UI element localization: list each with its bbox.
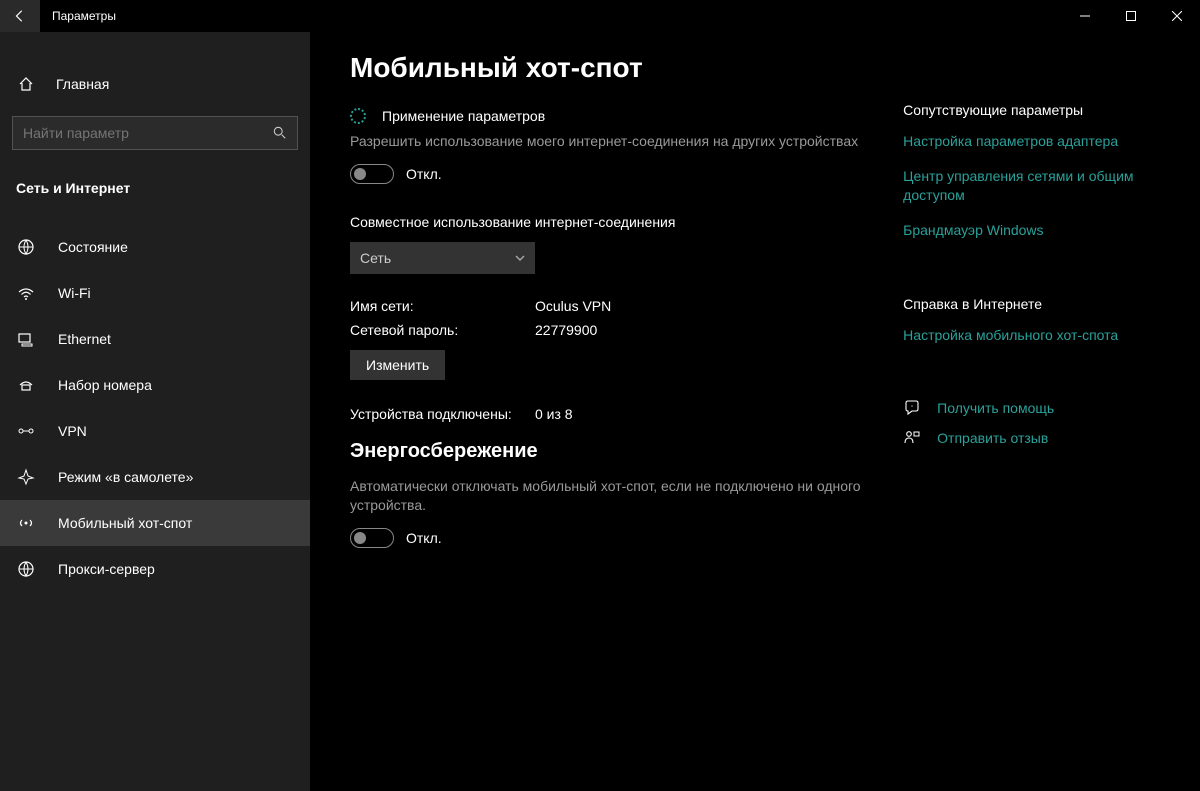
search-input[interactable] <box>23 125 273 141</box>
share-from-dropdown[interactable]: Сеть <box>350 242 535 274</box>
nav-item-ethernet[interactable]: Ethernet <box>0 316 310 362</box>
nav-label: Wi-Fi <box>58 285 91 301</box>
toggle-track <box>350 528 394 548</box>
nav-label: Режим «в самолете» <box>58 469 193 485</box>
network-name-value: Oculus VPN <box>535 298 903 314</box>
toggle-track <box>350 164 394 184</box>
network-pass-value: 22779900 <box>535 322 903 338</box>
page-title: Мобильный хот-спот <box>350 52 903 84</box>
maximize-button[interactable] <box>1108 0 1154 32</box>
nav-item-wifi[interactable]: Wi-Fi <box>0 270 310 316</box>
power-saving-title: Энергосбережение <box>350 440 903 463</box>
window-controls-group <box>1062 0 1200 32</box>
share-from-label: Совместное использование интернет-соедин… <box>350 214 903 230</box>
nav-item-hotspot[interactable]: Мобильный хот-спот <box>0 500 310 546</box>
devices-row: Устройства подключены: 0 из 8 <box>350 406 903 422</box>
devices-value: 0 из 8 <box>535 406 903 422</box>
app-title: Параметры <box>52 9 1062 23</box>
ethernet-icon <box>16 330 36 348</box>
nav-item-dialup[interactable]: Набор номера <box>0 362 310 408</box>
power-saving-desc: Автоматически отключать мобильный хот-сп… <box>350 477 903 516</box>
toggle-knob <box>354 532 366 544</box>
nav-label: Мобильный хот-спот <box>58 515 192 531</box>
feedback-icon <box>903 430 921 446</box>
nav-item-airplane[interactable]: Режим «в самолете» <box>0 454 310 500</box>
help-heading: Справка в Интернете <box>903 296 1160 312</box>
home-icon <box>16 76 36 92</box>
nav-label: VPN <box>58 423 87 439</box>
proxy-icon <box>16 560 36 578</box>
side-panel: Сопутствующие параметры Настройка параме… <box>903 52 1160 771</box>
toggle-knob <box>354 168 366 180</box>
content-area: Мобильный хот-спот Применение параметров… <box>350 52 903 771</box>
get-help-action[interactable]: Получить помощь <box>903 400 1160 416</box>
toggle-state-label: Откл. <box>406 166 442 182</box>
main-pane: Мобильный хот-спот Применение параметров… <box>310 32 1200 791</box>
nav-item-vpn[interactable]: VPN <box>0 408 310 454</box>
get-help-label: Получить помощь <box>937 400 1054 416</box>
related-heading: Сопутствующие параметры <box>903 102 1160 118</box>
status-label: Применение параметров <box>382 108 545 124</box>
feedback-action[interactable]: Отправить отзыв <box>903 430 1160 446</box>
network-name-key: Имя сети: <box>350 298 535 314</box>
help-icon <box>903 400 921 416</box>
back-button[interactable] <box>0 0 40 32</box>
minimize-button[interactable] <box>1062 0 1108 32</box>
nav-item-proxy[interactable]: Прокси-сервер <box>0 546 310 592</box>
network-pass-key: Сетевой пароль: <box>350 322 535 338</box>
status-icon <box>16 238 36 256</box>
nav-label: Ethernet <box>58 331 111 347</box>
status-row: Применение параметров <box>350 108 903 124</box>
feedback-label: Отправить отзыв <box>937 430 1048 446</box>
toggle-state-label: Откл. <box>406 530 442 546</box>
airplane-icon <box>16 468 36 486</box>
dialup-icon <box>16 376 36 394</box>
chevron-down-icon <box>515 253 525 263</box>
home-label: Главная <box>56 76 109 92</box>
search-box[interactable] <box>12 116 298 150</box>
help-link-hotspot-setup[interactable]: Настройка мобильного хот-спота <box>903 326 1160 345</box>
dropdown-value: Сеть <box>360 250 391 266</box>
spinner-icon <box>350 108 366 124</box>
sidebar: Главная Сеть и Интернет Состояние Wi-Fi … <box>0 32 310 791</box>
home-nav[interactable]: Главная <box>0 64 310 104</box>
title-bar: Параметры <box>0 0 1200 32</box>
related-link-sharing-center[interactable]: Центр управления сетями и общим доступом <box>903 167 1160 205</box>
edit-button[interactable]: Изменить <box>350 350 445 380</box>
search-icon <box>273 126 287 140</box>
share-description: Разрешить использование моего интернет-с… <box>350 132 903 152</box>
hotspot-icon <box>16 514 36 532</box>
related-link-adapter[interactable]: Настройка параметров адаптера <box>903 132 1160 151</box>
wifi-icon <box>16 284 36 302</box>
share-toggle[interactable]: Откл. <box>350 164 903 184</box>
power-saving-toggle[interactable]: Откл. <box>350 528 903 548</box>
nav-label: Набор номера <box>58 377 152 393</box>
vpn-icon <box>16 422 36 440</box>
devices-key: Устройства подключены: <box>350 406 535 422</box>
related-link-firewall[interactable]: Брандмауэр Windows <box>903 221 1160 240</box>
network-info: Имя сети: Oculus VPN Сетевой пароль: 227… <box>350 298 903 338</box>
nav-label: Прокси-сервер <box>58 561 155 577</box>
nav-label: Состояние <box>58 239 128 255</box>
sidebar-category: Сеть и Интернет <box>0 162 310 206</box>
nav-item-status[interactable]: Состояние <box>0 224 310 270</box>
close-button[interactable] <box>1154 0 1200 32</box>
